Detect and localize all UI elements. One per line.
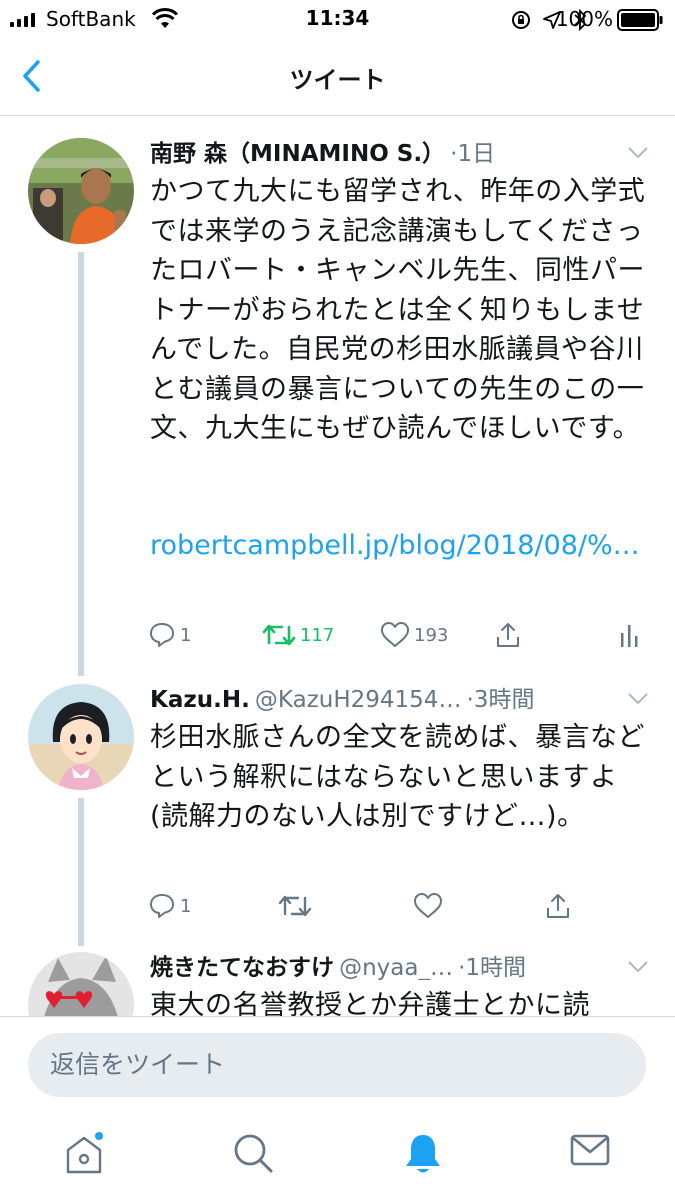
tweet-text: 東大の名誉教授とか弁護士とかに読	[150, 990, 590, 1016]
share-icon	[547, 894, 569, 918]
retweet-count: 117	[300, 624, 335, 646]
tab-notifications[interactable]	[402, 1132, 444, 1180]
tweet-header: 焼きたてなおすけ @nyaa_… ·1時間	[150, 948, 650, 980]
like-button[interactable]: 193	[380, 621, 448, 649]
tweet-time[interactable]: ·1日	[450, 141, 495, 166]
battery-icon	[617, 9, 663, 31]
reply-count: 1	[180, 624, 192, 646]
author-name[interactable]: Kazu.H.	[150, 687, 250, 712]
reply-count: 1	[180, 895, 192, 917]
notifications-icon	[406, 1135, 440, 1173]
author-handle[interactable]: @nyaa_…	[339, 955, 453, 980]
avatar[interactable]	[28, 138, 134, 244]
heart-icon	[414, 893, 442, 918]
reply-button[interactable]: 1	[148, 892, 191, 920]
share-button[interactable]	[544, 892, 572, 920]
reply-icon	[150, 894, 174, 918]
tweet-text: 杉田水脈さんの全文を読めば、暴言などという解釈にはならないと思いますよ(読解力の…	[150, 722, 645, 832]
thread-line	[78, 252, 84, 676]
author-name[interactable]: 南野 森（MINAMINO S.）	[150, 141, 445, 166]
retweet-icon	[278, 895, 312, 917]
home-icon	[66, 1132, 103, 1174]
reply-button[interactable]: 1	[148, 621, 191, 649]
tweet-link[interactable]: robertcampbell.jp/blog/2018/08/%…	[150, 526, 650, 566]
avatar[interactable]	[28, 952, 134, 1016]
search-icon	[234, 1134, 273, 1173]
battery-percentage: 100%	[555, 7, 613, 31]
tab-home[interactable]	[62, 1132, 108, 1180]
tweet-actions: 1	[148, 892, 648, 928]
tweet-reply[interactable]: 焼きたてなおすけ @nyaa_… ·1時間 東大の名誉教授とか弁護士とかに読	[0, 946, 675, 1016]
tab-messages[interactable]	[570, 1132, 610, 1172]
retweet-button[interactable]: 117	[262, 621, 334, 649]
author-name[interactable]: 焼きたてなおすけ	[150, 955, 334, 980]
share-button[interactable]	[494, 621, 522, 649]
avatar[interactable]	[28, 684, 134, 790]
chevron-down-icon[interactable]	[627, 692, 649, 706]
orientation-lock-icon	[512, 11, 530, 29]
tweet-main[interactable]: 南野 森（MINAMINO S.） ·1日 かつて九大にも留学され、昨年の入学式…	[0, 116, 675, 676]
like-count: 193	[414, 624, 449, 646]
retweet-icon	[262, 624, 296, 646]
tweet-time[interactable]: ·1時間	[458, 955, 526, 980]
chevron-down-icon[interactable]	[627, 146, 649, 160]
tweet-reply[interactable]: Kazu.H. @KazuH294154… ·3時間 杉田水脈さんの全文を読めば…	[0, 676, 675, 946]
reply-input[interactable]: 返信をツイート	[28, 1033, 646, 1097]
page-title: ツイート	[289, 66, 386, 94]
retweet-button[interactable]	[278, 892, 312, 920]
tweet-text: かつて九大にも留学され、昨年の入学式では来学のうえ記念講演もしてくださったロバー…	[150, 176, 646, 444]
thread-line	[78, 798, 84, 946]
tab-search[interactable]	[232, 1132, 274, 1178]
status-bar: SoftBank 11:34 100%	[0, 0, 675, 40]
tweet-header: Kazu.H. @KazuH294154… ·3時間	[150, 680, 650, 712]
nav-bar: ツイート	[0, 40, 675, 116]
heart-icon	[381, 622, 409, 647]
tweet-time[interactable]: ·3時間	[467, 687, 535, 712]
analytics-button[interactable]	[618, 621, 640, 649]
share-icon	[497, 623, 519, 647]
author-handle[interactable]: @KazuH294154…	[255, 687, 462, 712]
tweet-actions: 1 117 193	[148, 621, 648, 657]
reply-composer: 返信をツイート	[0, 1016, 675, 1110]
messages-icon	[570, 1134, 610, 1166]
tweet-header: 南野 森（MINAMINO S.） ·1日	[150, 134, 650, 166]
chevron-down-icon[interactable]	[627, 960, 649, 974]
reply-icon	[150, 623, 174, 647]
analytics-icon	[621, 625, 638, 647]
like-button[interactable]	[413, 892, 443, 920]
tab-bar	[0, 1110, 675, 1200]
